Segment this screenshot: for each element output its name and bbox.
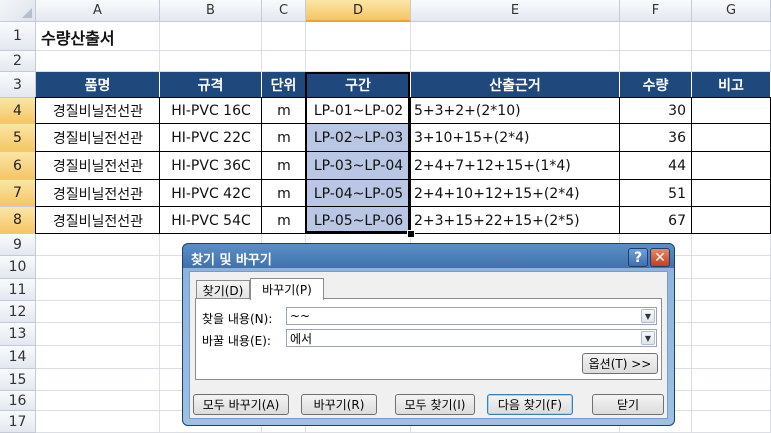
find-next-button[interactable]: 다음 찾기(F) bbox=[487, 394, 573, 415]
table-cell-unit[interactable]: m bbox=[262, 152, 306, 180]
table-cell-qty[interactable]: 36 bbox=[620, 124, 692, 152]
table-cell-name[interactable]: 경질비닐전선관 bbox=[36, 152, 160, 180]
dialog-title: 찾기 및 바꾸기 bbox=[191, 253, 272, 268]
find-all-button[interactable]: 모두 찾기(I) bbox=[395, 394, 475, 415]
table-cell-unit[interactable]: m bbox=[262, 98, 306, 124]
table-cell-spec[interactable]: HI-PVC 36C bbox=[160, 152, 262, 180]
row-header-13[interactable]: 13 bbox=[0, 323, 36, 346]
row-header-12[interactable]: 12 bbox=[0, 301, 36, 323]
table-header-cell[interactable]: 산출근거 bbox=[411, 72, 620, 98]
column-header-b[interactable]: B bbox=[160, 0, 262, 22]
row-header-6[interactable]: 6 bbox=[0, 152, 36, 180]
table-header-cell[interactable]: 규격 bbox=[160, 72, 262, 98]
table-cell-note[interactable] bbox=[692, 152, 771, 180]
column-header-d[interactable]: D bbox=[306, 0, 411, 22]
table-cell-note[interactable] bbox=[692, 124, 771, 152]
table-cell-qty[interactable]: 51 bbox=[620, 180, 692, 207]
column-header-g[interactable]: G bbox=[692, 0, 771, 22]
select-all-corner[interactable] bbox=[0, 0, 36, 22]
close-icon[interactable]: ✕ bbox=[650, 248, 670, 267]
table-cell-name[interactable]: 경질비닐전선관 bbox=[36, 180, 160, 207]
row-header-11[interactable]: 11 bbox=[0, 279, 36, 301]
row-header-3[interactable]: 3 bbox=[0, 72, 36, 98]
fill-handle[interactable] bbox=[407, 230, 415, 238]
table-border bbox=[410, 97, 411, 234]
table-cell-spec[interactable]: HI-PVC 54C bbox=[160, 207, 262, 234]
replace-button[interactable]: 바꾸기(R) bbox=[301, 394, 377, 415]
table-cell-qty[interactable]: 30 bbox=[620, 98, 692, 124]
find-what-value: ~~ bbox=[290, 309, 311, 323]
selection-border bbox=[305, 72, 410, 233]
row-header-2[interactable]: 2 bbox=[0, 51, 36, 72]
table-cell-unit[interactable]: m bbox=[262, 124, 306, 152]
table-cell-note[interactable] bbox=[692, 98, 771, 124]
table-cell-qty[interactable]: 67 bbox=[620, 207, 692, 234]
row-header-8[interactable]: 8 bbox=[0, 207, 36, 234]
column-header-a[interactable]: A bbox=[36, 0, 160, 22]
tab-find[interactable]: 찾기(D) bbox=[196, 280, 250, 299]
table-border bbox=[261, 97, 262, 234]
row-header-4[interactable]: 4 bbox=[0, 98, 36, 124]
sheet-title[interactable]: 수량산출서 bbox=[38, 22, 115, 51]
find-replace-dialog[interactable]: 찾기 및 바꾸기 ? ✕ 찾기(D) 바꾸기(P) 찾을 내용(N): ~~ ▼… bbox=[182, 243, 675, 426]
row-header-17[interactable]: 17 bbox=[0, 411, 36, 433]
row-header-9[interactable]: 9 bbox=[0, 234, 36, 256]
table-cell-unit[interactable]: m bbox=[262, 207, 306, 234]
replace-all-button[interactable]: 모두 바꾸기(A) bbox=[193, 394, 289, 415]
table-border bbox=[691, 97, 692, 234]
row-header-16[interactable]: 16 bbox=[0, 391, 36, 411]
table-border bbox=[35, 97, 36, 234]
table-cell-name[interactable]: 경질비닐전선관 bbox=[36, 98, 160, 124]
chevron-down-icon[interactable]: ▼ bbox=[641, 309, 655, 323]
gridline bbox=[36, 50, 771, 51]
row-header-7[interactable]: 7 bbox=[0, 180, 36, 207]
table-border bbox=[35, 233, 770, 234]
chevron-down-icon[interactable]: ▼ bbox=[641, 331, 655, 345]
table-border bbox=[159, 97, 160, 234]
row-header-10[interactable]: 10 bbox=[0, 256, 36, 279]
table-cell-note[interactable] bbox=[692, 207, 771, 234]
table-header-cell[interactable]: 비고 bbox=[692, 72, 771, 98]
table-header-cell[interactable]: 수량 bbox=[620, 72, 692, 98]
find-label: 찾을 내용(N): bbox=[202, 312, 273, 326]
replace-with-input[interactable]: 에서 ▼ bbox=[286, 329, 657, 347]
close-button[interactable]: 닫기 bbox=[592, 394, 664, 415]
table-header-cell[interactable]: 단위 bbox=[262, 72, 306, 98]
table-header-cell[interactable]: 품명 bbox=[36, 72, 160, 98]
replace-panel: 찾을 내용(N): ~~ ▼ 바꿀 내용(E): 에서 ▼ 옵션(T) >> bbox=[195, 298, 662, 380]
table-cell-spec[interactable]: HI-PVC 16C bbox=[160, 98, 262, 124]
column-header-e[interactable]: E bbox=[411, 0, 620, 22]
table-cell-unit[interactable]: m bbox=[262, 180, 306, 207]
table-cell-note[interactable] bbox=[692, 180, 771, 207]
table-border bbox=[619, 97, 620, 234]
row-header-5[interactable]: 5 bbox=[0, 124, 36, 152]
help-icon[interactable]: ? bbox=[628, 248, 648, 267]
table-cell-name[interactable]: 경질비닐전선관 bbox=[36, 207, 160, 234]
table-cell-name[interactable]: 경질비닐전선관 bbox=[36, 124, 160, 152]
table-cell-basis[interactable]: 5+3+2+(2*10) bbox=[411, 98, 620, 124]
table-cell-basis[interactable]: 2+3+15+22+15+(2*5) bbox=[411, 207, 620, 234]
table-cell-basis[interactable]: 3+10+15+(2*4) bbox=[411, 124, 620, 152]
column-header-c[interactable]: C bbox=[262, 0, 306, 22]
row-header-1[interactable]: 1 bbox=[0, 22, 36, 51]
table-cell-spec[interactable]: HI-PVC 42C bbox=[160, 180, 262, 207]
dialog-titlebar[interactable]: 찾기 및 바꾸기 ? ✕ bbox=[183, 244, 674, 270]
row-header-14[interactable]: 14 bbox=[0, 346, 36, 369]
tab-replace[interactable]: 바꾸기(P) bbox=[250, 278, 324, 300]
table-cell-spec[interactable]: HI-PVC 22C bbox=[160, 124, 262, 152]
column-header-f[interactable]: F bbox=[620, 0, 692, 22]
table-cell-basis[interactable]: 2+4+10+12+15+(2*4) bbox=[411, 180, 620, 207]
find-what-input[interactable]: ~~ ▼ bbox=[286, 307, 657, 325]
replace-with-value: 에서 bbox=[290, 331, 313, 346]
options-button[interactable]: 옵션(T) >> bbox=[582, 353, 658, 374]
row-header-15[interactable]: 15 bbox=[0, 369, 36, 391]
dialog-body: 찾기(D) 바꾸기(P) 찾을 내용(N): ~~ ▼ 바꿀 내용(E): 에서… bbox=[189, 271, 668, 419]
table-cell-basis[interactable]: 2+4+7+12+15+(1*4) bbox=[411, 152, 620, 180]
table-cell-qty[interactable]: 44 bbox=[620, 152, 692, 180]
replace-label: 바꿀 내용(E): bbox=[202, 334, 271, 348]
